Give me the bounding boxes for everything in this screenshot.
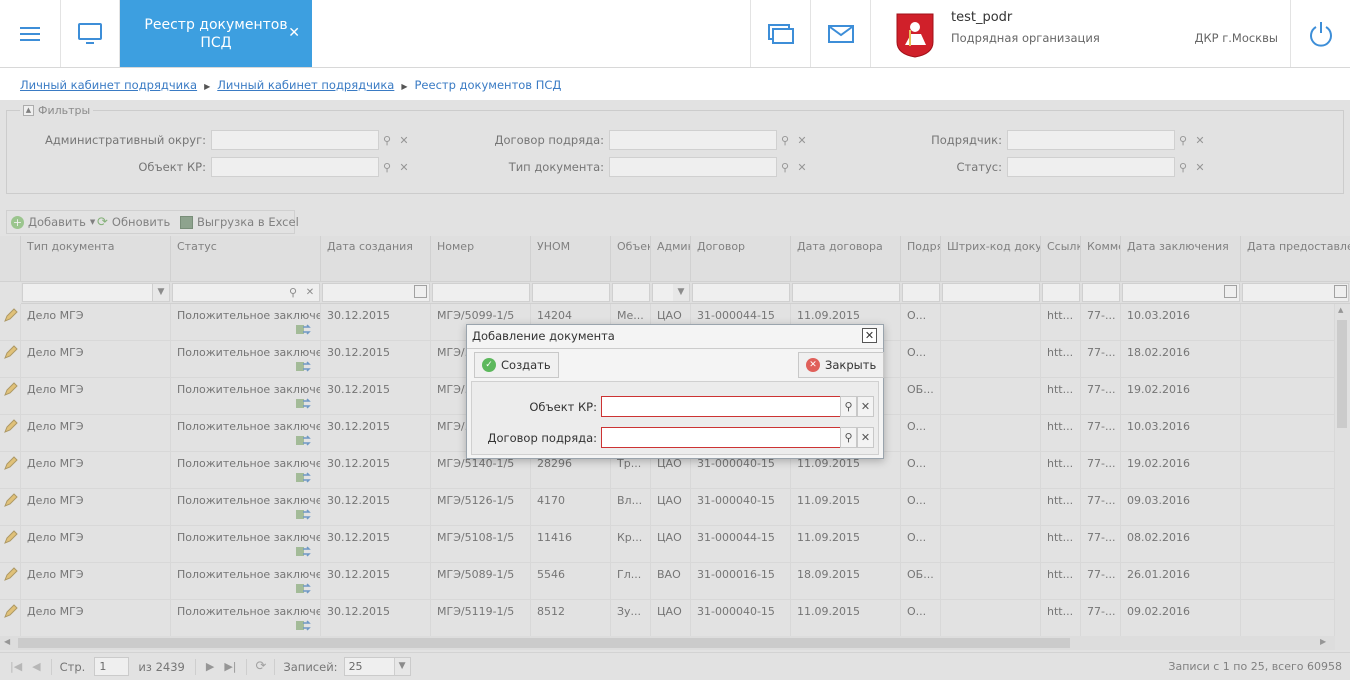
chevron-right-icon: ▶ xyxy=(204,82,211,91)
breadcrumb-link-2[interactable]: Личный кабинет подрядчика xyxy=(217,78,394,92)
check-icon: ✓ xyxy=(482,358,496,372)
close-label: Закрыть xyxy=(825,358,877,372)
power-icon xyxy=(1309,21,1332,47)
windows-icon xyxy=(767,23,794,44)
object-kr-input[interactable] xyxy=(601,396,841,417)
close-icon[interactable]: ✕ xyxy=(288,24,300,42)
clear-icon[interactable]: ✕ xyxy=(857,396,874,417)
breadcrumb-current: Реестр документов ПСД xyxy=(414,78,562,92)
create-label: Создать xyxy=(501,358,551,372)
clear-icon[interactable]: ✕ xyxy=(857,427,874,448)
create-button[interactable]: ✓ Создать xyxy=(474,352,559,378)
cancel-icon: ✕ xyxy=(806,358,820,372)
chevron-right-icon: ▶ xyxy=(401,82,408,91)
dialog-title: Добавление документа xyxy=(472,329,615,343)
user-name: test_podr xyxy=(951,10,1013,25)
windows-button[interactable] xyxy=(750,0,811,67)
menu-button[interactable] xyxy=(0,0,61,67)
contract-input[interactable] xyxy=(601,427,841,448)
add-document-dialog: Добавление документа ✕ ✓ Создать ✕ Закры… xyxy=(466,324,885,459)
logout-button[interactable] xyxy=(1291,0,1350,67)
user-role: Подрядная организация xyxy=(951,31,1100,45)
moscow-emblem xyxy=(895,12,935,58)
search-icon[interactable]: ⚲ xyxy=(840,396,857,417)
breadcrumb-link-1[interactable]: Личный кабинет подрядчика xyxy=(20,78,197,92)
mail-button[interactable] xyxy=(811,0,871,67)
user-panel: test_podr Подрядная организация ДКР г.Мо… xyxy=(871,0,1291,67)
breadcrumb: Личный кабинет подрядчика ▶ Личный кабинет… xyxy=(20,78,561,92)
close-icon[interactable]: ✕ xyxy=(862,328,877,343)
monitor-icon xyxy=(78,22,102,44)
search-icon[interactable]: ⚲ xyxy=(840,427,857,448)
mail-icon xyxy=(827,24,854,43)
desktop-button[interactable] xyxy=(61,0,120,67)
tab-registry[interactable]: Реестр документов ПСД ✕ xyxy=(120,0,312,67)
top-bar: Реестр документов ПСД ✕ test_podr Подряд… xyxy=(0,0,1350,68)
field-label-contract: Договор подряда: xyxy=(487,431,597,445)
org-name: ДКР г.Москвы xyxy=(1194,31,1278,45)
field-label-object: Объект КР: xyxy=(529,400,597,414)
hamburger-icon xyxy=(20,26,40,41)
close-dialog-button[interactable]: ✕ Закрыть xyxy=(798,352,885,378)
tab-title: Реестр документов ПСД xyxy=(144,16,288,51)
